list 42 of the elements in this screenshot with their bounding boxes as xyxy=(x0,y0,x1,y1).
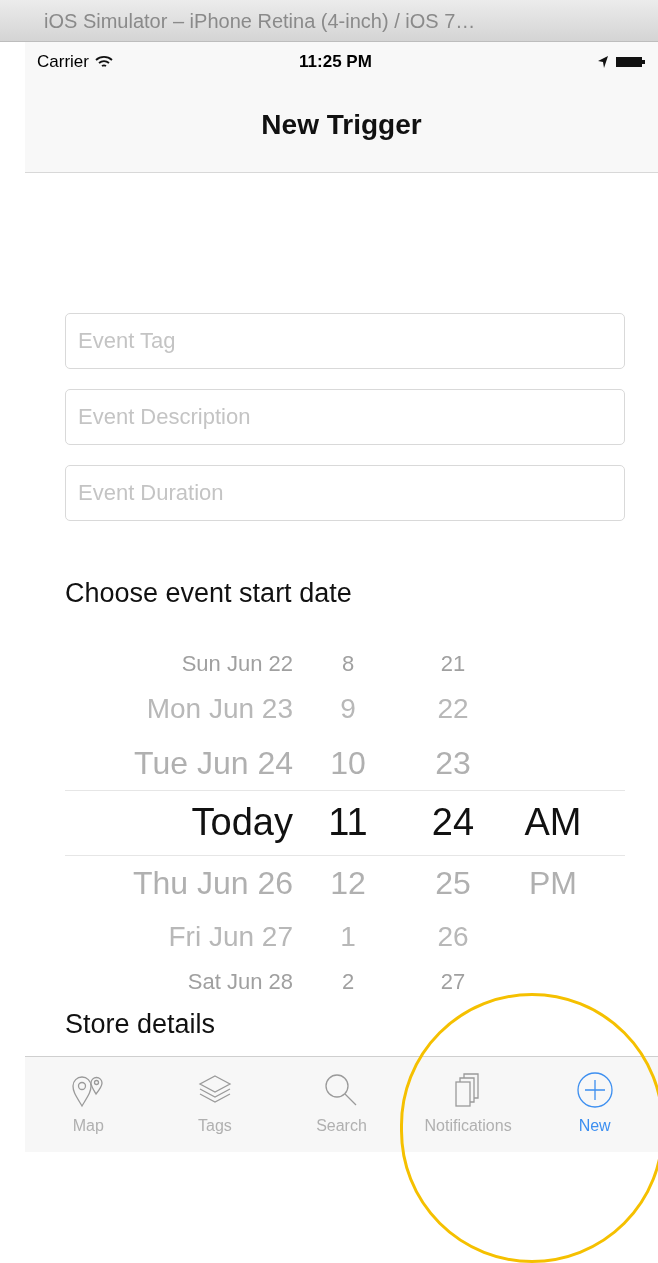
hour-wheel-item: 2 xyxy=(340,968,356,996)
minute-wheel-item: 26 xyxy=(436,919,470,954)
tab-bar-item[interactable]: New xyxy=(531,1056,658,1152)
minute-wheel-item: 23 xyxy=(434,743,472,783)
hour-wheel-item: 1 xyxy=(339,919,357,954)
date-section-label: Choose event start date xyxy=(65,578,352,608)
minute-wheel-item: 27 xyxy=(439,968,467,996)
text-field[interactable]: Event Duration xyxy=(65,465,625,521)
date-wheel-item: Sun Jun 22 xyxy=(180,650,293,678)
battery-icon xyxy=(616,56,646,68)
hour-wheel-item: 9 xyxy=(339,691,357,726)
carrier-label: Carrier xyxy=(37,51,89,74)
tab-bar-item[interactable]: Search xyxy=(278,1056,405,1152)
hour-wheel-item: 8 xyxy=(340,650,356,678)
hour-wheel-item: 11 xyxy=(327,800,369,845)
date-wheel-item: Today xyxy=(190,800,293,845)
ampm-wheel-item: PM xyxy=(528,863,578,903)
text-field[interactable]: Event Description xyxy=(65,389,625,445)
date-wheel-item: Sat Jun 28 xyxy=(186,968,293,996)
store-section-label: Store details xyxy=(65,1008,216,1042)
hour-wheel-item: 10 xyxy=(329,743,367,783)
date-wheel-item: Fri Jun 27 xyxy=(167,919,293,954)
tab-bar-item[interactable]: Notifications xyxy=(404,1056,532,1152)
text-field[interactable]: Event Tag xyxy=(65,313,625,369)
minute-wheel-item: 22 xyxy=(436,691,470,726)
minute-wheel-item: 25 xyxy=(434,863,472,903)
window-title: iOS Simulator – iPhone Retina (4-inch) / iOS 7… xyxy=(44,8,476,34)
plus-circle-icon xyxy=(574,1070,615,1110)
tab-bar-item[interactable]: Map xyxy=(25,1056,152,1152)
date-wheel-item: Mon Jun 23 xyxy=(145,691,293,726)
tab-bar-item[interactable]: Tags xyxy=(151,1056,279,1152)
date-wheel-item: Thu Jun 26 xyxy=(131,863,293,903)
wifi-icon xyxy=(94,55,113,69)
nav-title: New Trigger xyxy=(261,108,422,142)
date-wheel-item: Tue Jun 24 xyxy=(133,743,293,783)
hour-wheel-item: 12 xyxy=(329,863,367,903)
status-time: 11:25 PM xyxy=(299,51,372,74)
minute-wheel-item: 21 xyxy=(439,650,467,678)
ampm-wheel-item: AM xyxy=(523,800,583,845)
date-picker[interactable]: Sun Jun 22 8 21 Mon Jun 23 9 22 Tue Jun 24 10 23 Today 11 24 AM Thu Jun 26 12 25 PM Fri Jun 27 1 26 Sat Jun 28 2 27 xyxy=(65,645,625,1000)
location-arrow-icon xyxy=(598,56,608,68)
minute-wheel-item: 24 xyxy=(430,800,476,845)
